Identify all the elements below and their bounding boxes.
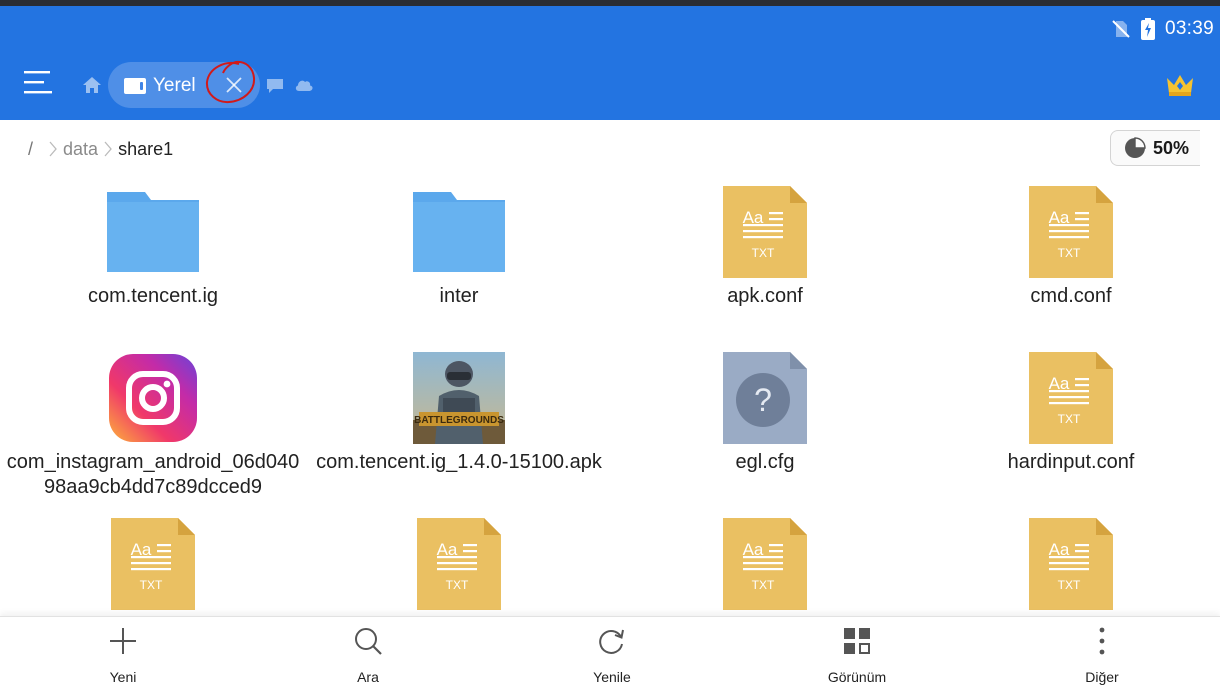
message-icon[interactable] xyxy=(266,78,284,94)
view-button[interactable]: Görünüm xyxy=(757,617,957,693)
text-file-icon: AaTXT xyxy=(1029,186,1113,278)
text-file-icon: AaTXT xyxy=(417,518,501,610)
chevron-right-icon xyxy=(49,141,57,157)
file-item[interactable]: com.tencent.ig xyxy=(0,182,306,309)
file-item[interactable]: Aa TXT xyxy=(306,514,612,616)
file-item[interactable]: Aa TXT xyxy=(612,514,918,616)
plus-icon xyxy=(110,628,136,654)
menu-icon xyxy=(24,71,52,94)
status-time: 03:39 xyxy=(1164,18,1214,39)
file-icon: Aa TXT xyxy=(1021,182,1121,282)
search-label: Ara xyxy=(357,669,379,685)
storage-percent: 50% xyxy=(1153,137,1190,158)
new-label: Yeni xyxy=(109,669,137,685)
more-icon xyxy=(1099,627,1105,655)
breadcrumb-item-share1[interactable]: share1 xyxy=(118,139,173,160)
tab-local-label: Yerel xyxy=(153,75,196,96)
crown-icon[interactable] xyxy=(1165,72,1195,98)
file-name: apk.conf xyxy=(727,285,803,307)
bottom-toolbar: Yeni Ara Yenile Görünüm Diğer xyxy=(0,616,1220,693)
file-item[interactable]: Aa TXT xyxy=(0,514,306,616)
svg-text:TXT: TXT xyxy=(140,578,163,592)
svg-text:TXT: TXT xyxy=(752,578,775,592)
file-name: com.tencent.ig_1.4.0-15100.apk xyxy=(316,451,602,473)
file-icon: BATTLEGROUNDS xyxy=(409,348,509,448)
refresh-button[interactable]: Yenile xyxy=(512,617,712,693)
folder-icon xyxy=(107,192,199,272)
file-icon xyxy=(409,182,509,282)
pubg-apk-thumbnail: BATTLEGROUNDS xyxy=(413,352,505,444)
text-file-icon: AaTXT xyxy=(723,186,807,278)
file-icon: Aa TXT xyxy=(103,514,203,614)
svg-text:TXT: TXT xyxy=(446,578,469,592)
search-icon xyxy=(355,628,382,655)
file-name: cmd.conf xyxy=(1030,285,1112,307)
svg-text:TXT: TXT xyxy=(1058,578,1081,592)
file-icon: Aa TXT xyxy=(715,182,815,282)
text-file-icon: AaTXT xyxy=(111,518,195,610)
breadcrumb-item-data[interactable]: data xyxy=(63,139,98,160)
tab-local: Yerel xyxy=(108,62,260,108)
svg-text:TXT: TXT xyxy=(1058,412,1081,426)
file-item[interactable]: inter xyxy=(306,182,612,309)
tab-local-main[interactable]: Yerel xyxy=(108,62,208,108)
file-name: egl.cfg xyxy=(735,451,795,473)
instagram-icon xyxy=(109,354,197,442)
phone-icon xyxy=(124,78,146,94)
new-button[interactable]: Yeni xyxy=(23,617,223,693)
file-item[interactable]: Aa TXT apk.conf xyxy=(612,182,918,309)
file-name: inter xyxy=(439,285,479,307)
file-item[interactable]: Aa TXT xyxy=(918,514,1220,616)
file-icon: Aa TXT xyxy=(1021,514,1121,614)
more-button[interactable]: Diğer xyxy=(1002,617,1202,693)
chevron-right-icon xyxy=(104,141,112,157)
breadcrumb-root[interactable]: / xyxy=(28,139,33,160)
svg-text:?: ? xyxy=(754,382,772,418)
view-label: Görünüm xyxy=(827,669,887,685)
file-icon: Aa TXT xyxy=(1021,348,1121,448)
grid-view-icon xyxy=(844,628,870,654)
svg-text:BATTLEGROUNDS: BATTLEGROUNDS xyxy=(414,415,504,426)
no-sim-icon xyxy=(1112,20,1130,38)
file-item[interactable]: Aa TXT cmd.conf xyxy=(918,182,1220,309)
file-icon xyxy=(103,348,203,448)
refresh-icon xyxy=(599,629,624,654)
file-icon: Aa TXT xyxy=(715,514,815,614)
pie-chart-icon xyxy=(1125,137,1146,158)
storage-indicator[interactable]: 50% xyxy=(1110,130,1200,166)
app-bar: 03:39 Yerel xyxy=(0,6,1220,120)
file-name: com.tencent.ig xyxy=(87,285,219,307)
file-item[interactable]: ? egl.cfg xyxy=(612,348,918,475)
svg-text:TXT: TXT xyxy=(752,246,775,260)
file-name: hardinput.conf xyxy=(1007,451,1135,473)
search-button[interactable]: Ara xyxy=(268,617,468,693)
home-icon[interactable] xyxy=(82,76,102,94)
text-file-icon: AaTXT xyxy=(723,518,807,610)
refresh-label: Yenile xyxy=(593,669,631,685)
close-icon[interactable] xyxy=(222,73,246,97)
svg-text:TXT: TXT xyxy=(1058,246,1081,260)
unknown-file-icon: ? xyxy=(723,352,807,444)
menu-button[interactable] xyxy=(24,68,54,98)
file-item[interactable]: BATTLEGROUNDS com.tencent.ig_1.4.0-15100.… xyxy=(306,348,612,475)
text-file-icon: AaTXT xyxy=(1029,352,1113,444)
file-name: com_instagram_android_06d04098aa9cb4dd7c… xyxy=(6,451,300,498)
breadcrumb: / data share1 xyxy=(28,136,173,162)
file-icon xyxy=(103,182,203,282)
more-label: Diğer xyxy=(1085,669,1119,685)
status-bar: 03:39 xyxy=(1111,12,1214,46)
battery-charging-icon xyxy=(1140,18,1155,40)
file-grid: com.tencent.ig inter Aa TXT apk.conf Aa TXT cmd… xyxy=(0,176,1220,616)
file-icon: Aa TXT xyxy=(409,514,509,614)
file-item[interactable]: Aa TXT hardinput.conf xyxy=(918,348,1220,475)
text-file-icon: AaTXT xyxy=(1029,518,1113,610)
cloud-icon[interactable] xyxy=(294,77,314,93)
file-item[interactable]: com_instagram_android_06d04098aa9cb4dd7c… xyxy=(0,348,306,500)
file-icon: ? xyxy=(715,348,815,448)
folder-icon xyxy=(413,192,505,272)
